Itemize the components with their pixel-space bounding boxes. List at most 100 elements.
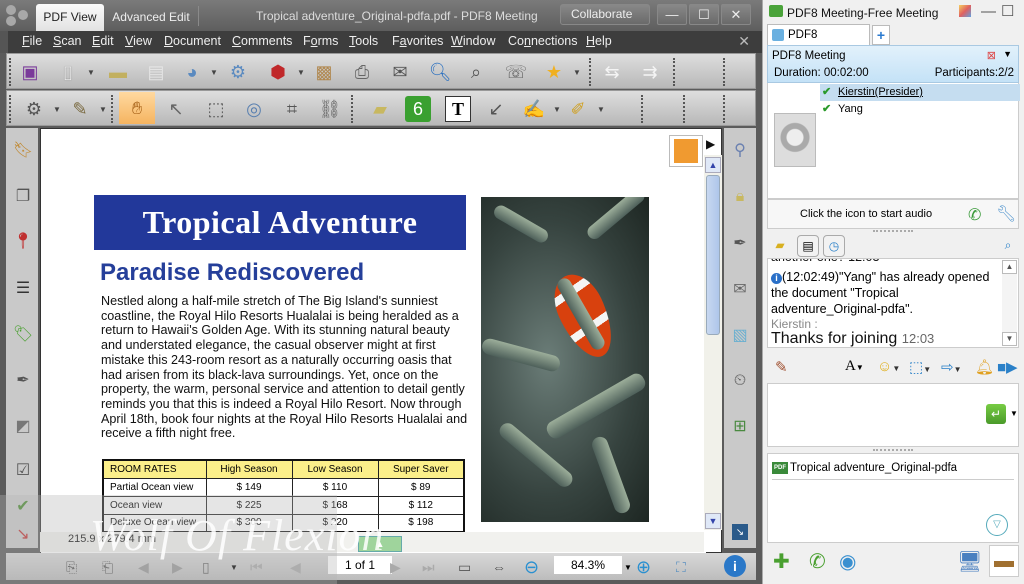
marquee-select-icon[interactable]: ⬚ [203,96,229,122]
fit-page-icon[interactable]: ▭ [458,557,471,577]
destinations-icon[interactable]: 📍︎ [11,229,35,253]
menu-window[interactable]: Window [451,34,495,48]
stamp-icon[interactable]: ⚲ [728,138,752,162]
collaborate-dropdown[interactable]: Collaborate ⌄ [560,4,650,40]
compress-icon[interactable]: ⬢ [265,59,291,85]
send-button[interactable]: ↵ [986,404,1006,424]
insert-text-icon[interactable]: ↙ [483,96,509,122]
search-icon[interactable]: ⌕ [997,235,1019,257]
wrench-icon[interactable]: 🔧︎ [996,204,1016,224]
expand-icon[interactable]: ▽ [986,514,1008,536]
typewriter-icon[interactable]: ✍ [521,96,547,122]
video-icon[interactable]: ■▶ [997,358,1018,376]
splitter-handle[interactable] [873,449,913,452]
menu-connections[interactable]: Connections [508,34,578,48]
phone-icon[interactable]: ✆ [968,205,981,225]
text-tool-icon[interactable]: T [445,96,471,122]
menu-favorites[interactable]: Favorites [392,34,443,48]
form-fields-icon[interactable]: ☑ [11,458,35,482]
chevron-down-icon[interactable]: ▼ [1003,49,1012,59]
layers-list-icon[interactable]: ☰ [11,276,35,300]
open-folder-icon[interactable]: ▬ [105,59,131,85]
link-icon[interactable]: ⛓︎ [317,96,343,122]
minimize-button[interactable]: — [981,3,996,20]
fax-icon[interactable]: ☏ [503,59,529,85]
zoom-out-icon[interactable]: ⊖ [524,557,539,577]
hand-tool-icon[interactable]: ✋︎ [119,92,155,124]
document-library-icon[interactable]: ▬ [989,545,1019,577]
eraser-icon[interactable]: ▰ [769,235,791,257]
chevron-down-icon[interactable]: ▼ [597,105,605,114]
archive-icon[interactable]: ▩ [311,59,337,85]
settings-document-icon[interactable]: ⚙ [225,59,251,85]
maximize-button[interactable]: ☐ [1001,2,1014,20]
tab-pdf8-meeting[interactable]: PDF8 Meeting✕ [767,24,870,61]
color-convert-icon[interactable]: ◕ [179,59,205,85]
toolbar-grip[interactable] [9,58,11,86]
scroll-down-button[interactable]: ▼ [705,513,721,529]
clear-format-icon[interactable]: ✎ [775,358,788,376]
share-screen-icon[interactable]: 🖥︎ [957,549,982,574]
bell-icon[interactable]: 🔔︎ [975,358,994,376]
save-schedule-icon[interactable]: ⏲ [728,369,752,393]
scroll-down-button[interactable]: ▼ [1002,332,1017,346]
menu-file[interactable]: File [22,34,42,48]
maximize-button[interactable]: ☐ [689,4,719,25]
page-settings-icon[interactable]: ⚙ [21,96,47,122]
font-icon[interactable]: A▼ [845,358,864,375]
tab-pdf-view[interactable]: PDF View [36,4,104,31]
chevron-down-icon[interactable]: ▼ [1010,409,1018,418]
last-page-icon[interactable]: ⏭ [422,557,435,577]
security-lock-icon[interactable]: 🔒︎ [728,185,752,209]
favorite-star-icon[interactable]: ★ [541,59,567,85]
dragon-speech-icon[interactable]: 6 [405,96,431,122]
tags-icon[interactable]: 🏷︎ [11,322,35,346]
arrow-right-icon[interactable]: ⇉ [637,59,663,85]
scrollbar-thumb[interactable] [706,175,720,335]
expand-corner-icon[interactable]: ↘ [732,524,748,540]
emoticon-icon[interactable]: ☺▼ [877,358,900,375]
toolbar-grip[interactable] [683,95,685,123]
invite-participant-icon[interactable]: ✚ [773,549,790,574]
screenshot-icon[interactable]: ⬚▼ [909,358,931,376]
mail-icon[interactable]: ✉ [728,277,752,301]
menu-scan[interactable]: Scan [53,34,82,48]
select-arrow-icon[interactable]: ↖ [163,96,189,122]
chevron-down-icon[interactable]: ▼ [553,105,561,114]
toolbar-grip[interactable] [673,58,675,86]
layers-icon[interactable]: ◩ [11,414,35,438]
chevron-down-icon[interactable]: ▼ [297,68,305,77]
signatures-icon[interactable]: ✒ [11,368,35,392]
participant-item[interactable]: ✔ Yang [820,101,863,118]
menu-comments[interactable]: Comments [232,34,292,48]
highlight-icon[interactable]: ✐ [565,96,591,122]
toolbar-grip[interactable] [723,95,725,123]
menu-tools[interactable]: Tools [349,34,378,48]
menu-forms[interactable]: Forms [303,34,338,48]
menu-help[interactable]: Help [586,34,612,48]
save-icon[interactable]: ▤ [143,59,169,85]
next-page-icon[interactable]: ▶ [390,557,401,577]
thumbnails-grid-icon[interactable]: ⊞ [728,414,752,438]
email-icon[interactable]: ✉ [387,59,413,85]
sign-pen-icon[interactable]: ✒ [728,231,752,255]
extract-pages-icon[interactable]: ⎘ [66,557,77,577]
zoom-level-input[interactable]: 84.3% [554,556,622,574]
document-viewport[interactable]: Tropical Adventure Paradise Rediscovered… [40,128,722,554]
chevron-down-icon[interactable]: ▼ [53,105,61,114]
find-in-document-icon[interactable]: ⌕ [463,59,489,85]
chevron-down-icon[interactable]: ▼ [87,68,95,77]
chevron-down-icon[interactable]: ▼ [210,68,218,77]
close-button[interactable]: ✕ [721,4,751,25]
watermark-icon[interactable]: ▧ [728,323,752,347]
zoom-in-icon[interactable]: ⊕ [636,557,651,577]
print-icon[interactable]: ⎙ [349,59,375,85]
tab-advanced-edit[interactable]: Advanced Edit [106,4,196,31]
phone-icon[interactable]: ✆ [809,549,826,574]
new-document-icon[interactable]: ▯ [55,59,81,85]
scanner-icon[interactable]: ▣ [17,59,43,85]
info-icon[interactable]: i [724,555,746,577]
checkmark-badge-icon[interactable]: ✔ [11,494,35,518]
chat-scrollbar[interactable]: ▲ ▼ [1002,260,1017,346]
scroll-up-button[interactable]: ▲ [1002,260,1017,274]
